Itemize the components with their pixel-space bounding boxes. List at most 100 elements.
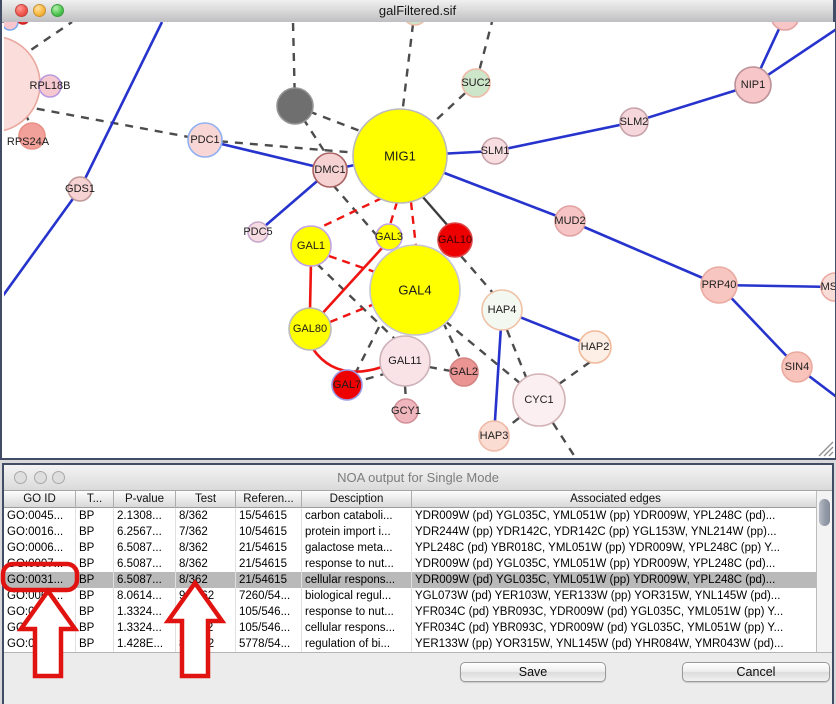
- table-cell: 1.3324...: [114, 620, 176, 636]
- table-cell: 7/362: [176, 524, 236, 540]
- network-graph: RPL18BRPS24AGDS1PDC1DMC1MIG1PDC5SUC2SLM1…: [4, 22, 835, 458]
- table-cell: 21/54615: [236, 556, 302, 572]
- resize-grip[interactable]: [815, 438, 835, 458]
- network-edge-dash[interactable]: [355, 327, 379, 374]
- network-edge-dark[interactable]: [422, 196, 449, 227]
- network-canvas[interactable]: RPL18BRPS24AGDS1PDC1DMC1MIG1PDC5SUC2SLM1…: [4, 22, 835, 458]
- node-small-red-corner[interactable]: [17, 22, 29, 24]
- node-label-NIP1: NIP1: [741, 79, 765, 91]
- node-label-MIG1: MIG1: [384, 149, 416, 164]
- table-cell: GO:0031...: [4, 620, 76, 636]
- node-label-MSL1: MSL1: [821, 281, 835, 293]
- table-cell: 8/362: [176, 572, 236, 588]
- table-row[interactable]: GO:0031...BP1.3324...11/362105/546...cel…: [4, 620, 820, 636]
- table-row[interactable]: GO:0050...BP1.428E...80/3625778/54...reg…: [4, 636, 820, 652]
- column-header-referen-[interactable]: Referen...: [236, 491, 302, 508]
- table-cell: 21/54615: [236, 540, 302, 556]
- table-row[interactable]: GO:0031...BP6.5087...8/36221/54615cellul…: [4, 572, 820, 588]
- table-cell: BP: [76, 540, 114, 556]
- node-label-PRP40: PRP40: [702, 279, 737, 291]
- table-cell: YDR009W (pd) YGL035C, YML051W (pp) YDR00…: [412, 556, 820, 572]
- table-cell: 7260/54...: [236, 588, 302, 604]
- network-edge-dash[interactable]: [553, 423, 575, 457]
- column-header-test[interactable]: Test: [176, 491, 236, 508]
- table-cell: protein import i...: [302, 524, 412, 540]
- column-header-desciption[interactable]: Desciption: [302, 491, 412, 508]
- noa-window-titlebar[interactable]: NOA output for Single Mode: [4, 465, 832, 491]
- table-row[interactable]: GO:0031...BP1.3324...11/362105/546...res…: [4, 604, 820, 620]
- table-cell: 2.1308...: [114, 508, 176, 524]
- network-edge-blue[interactable]: [4, 189, 80, 297]
- network-edge-dash[interactable]: [559, 362, 590, 384]
- node-gray-unlabeled[interactable]: [277, 88, 313, 124]
- table-cell: cellular respons...: [302, 620, 412, 636]
- table-cell: 94/362: [176, 588, 236, 604]
- table-cell: regulation of bi...: [302, 636, 412, 652]
- table-cell: BP: [76, 556, 114, 572]
- table-cell: 5778/54...: [236, 636, 302, 652]
- table-cell: 10/54615: [236, 524, 302, 540]
- network-edge-blue[interactable]: [80, 22, 162, 189]
- noa-window-title: NOA output for Single Mode: [4, 470, 832, 485]
- table-cell: 6.5087...: [114, 540, 176, 556]
- table-row[interactable]: GO:0045...BP2.1308...8/36215/54615carbon…: [4, 508, 820, 524]
- table-cell: BP: [76, 572, 114, 588]
- table-cell: YGL073W (pd) YER103W, YER133W (pp) YOR31…: [412, 588, 820, 604]
- network-edge-blue[interactable]: [570, 221, 719, 285]
- node-small-pink-corner[interactable]: [4, 22, 18, 30]
- table-cell: 11/362: [176, 620, 236, 636]
- network-edge-dash[interactable]: [507, 330, 526, 377]
- network-edge-reddash[interactable]: [390, 202, 397, 225]
- column-header-t-[interactable]: T...: [76, 491, 114, 508]
- network-edge-reddash[interactable]: [317, 198, 382, 229]
- table-row[interactable]: GO:0007...BP6.5087...8/36221/54615respon…: [4, 556, 820, 572]
- table-cell: response to nut...: [302, 604, 412, 620]
- noa-footer: Save Cancel: [4, 652, 832, 704]
- network-edge-dash[interactable]: [402, 24, 413, 115]
- scrollbar-thumb[interactable]: [819, 499, 830, 526]
- network-edge-reddash[interactable]: [411, 202, 416, 247]
- network-edge-reddash[interactable]: [330, 305, 372, 322]
- table-cell: 8/362: [176, 556, 236, 572]
- network-window-titlebar[interactable]: galFiltered.sif: [2, 0, 833, 23]
- network-edge-red[interactable]: [313, 349, 382, 372]
- table-cell: 80/362: [176, 636, 236, 652]
- network-edge-blue[interactable]: [495, 122, 634, 151]
- node-green-partial-top[interactable]: [403, 22, 427, 25]
- table-cell: GO:0031...: [4, 572, 76, 588]
- column-header-p-value[interactable]: P-value: [114, 491, 176, 508]
- table-cell: YDR009W (pd) YGL035C, YML051W (pp) YDR00…: [412, 508, 820, 524]
- node-label-GAL11: GAL11: [388, 355, 421, 367]
- node-label-GAL3: GAL3: [375, 231, 403, 243]
- table-cell: GO:0031...: [4, 604, 76, 620]
- save-button[interactable]: Save: [460, 662, 606, 682]
- table-cell: response to nut...: [302, 556, 412, 572]
- vertical-scrollbar[interactable]: [816, 491, 832, 652]
- network-edge-red[interactable]: [310, 262, 311, 310]
- node-label-RPS24A: RPS24A: [7, 136, 50, 148]
- table-cell: 6.5087...: [114, 572, 176, 588]
- table-row[interactable]: GO:0065...BP8.0614...94/3627260/54...bio…: [4, 588, 820, 604]
- node-pink-partial-topright[interactable]: [771, 22, 799, 30]
- network-edge-dash[interactable]: [405, 386, 406, 400]
- node-label-GAL7: GAL7: [333, 379, 361, 391]
- table-cell: 6.2567...: [114, 524, 176, 540]
- table-cell: carbon cataboli...: [302, 508, 412, 524]
- table-row[interactable]: GO:0016...BP6.2567...7/36210/54615protei…: [4, 524, 820, 540]
- table-cell: biological regul...: [302, 588, 412, 604]
- table-cell: YDR009W (pd) YGL035C, YML051W (pp) YDR00…: [412, 572, 820, 588]
- table-cell: BP: [76, 620, 114, 636]
- cancel-button[interactable]: Cancel: [682, 662, 830, 682]
- network-edge-dash[interactable]: [429, 367, 451, 371]
- node-label-GAL10: GAL10: [438, 234, 472, 246]
- table-cell: GO:0045...: [4, 508, 76, 524]
- node-label-GAL2: GAL2: [450, 366, 478, 378]
- column-header-go-id[interactable]: GO ID: [4, 491, 76, 508]
- column-header-associated-edges[interactable]: Associated edges: [412, 491, 820, 508]
- table-cell: galactose meta...: [302, 540, 412, 556]
- node-label-DMC1: DMC1: [314, 164, 345, 176]
- network-edge-dash[interactable]: [461, 256, 493, 293]
- screen: galFiltered.sif RPL18BRPS24AGDS1PDC1DMC1…: [0, 0, 836, 704]
- table-row[interactable]: GO:0006...BP6.5087...8/36221/54615galact…: [4, 540, 820, 556]
- network-edge-dash[interactable]: [443, 322, 461, 360]
